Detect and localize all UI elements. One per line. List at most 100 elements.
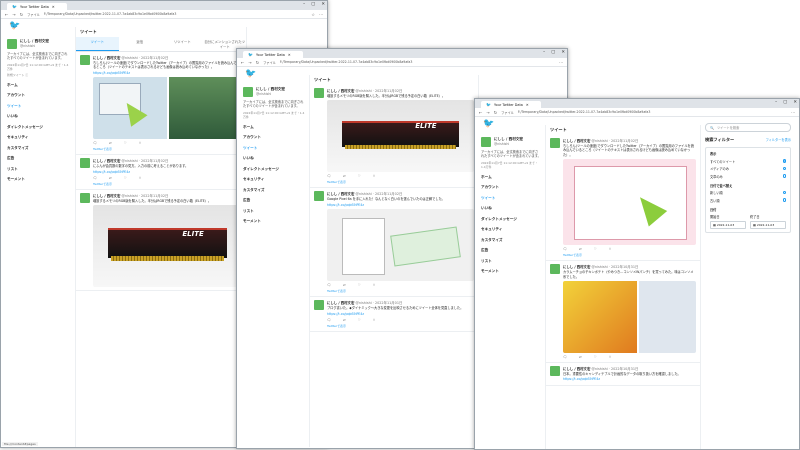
view-on-twitter-link[interactable]: Twitterで表示: [563, 253, 696, 257]
menu-icon[interactable]: ⋯: [791, 110, 795, 115]
share-icon[interactable]: ⇪: [373, 318, 376, 322]
tweet-link[interactable]: https://t.co/pqbS9iPE4z: [327, 203, 474, 207]
sidebar-item-home[interactable]: ホーム: [481, 175, 541, 180]
radio-media[interactable]: [782, 166, 786, 171]
back-icon[interactable]: ←: [5, 12, 8, 17]
tweet-screenshot-image[interactable]: [563, 159, 696, 246]
forward-icon[interactable]: →: [248, 60, 251, 65]
sidebar-item-home[interactable]: ホーム: [7, 83, 69, 88]
option-media[interactable]: メディアのみ: [710, 166, 786, 171]
sidebar-item-customize[interactable]: カスタマイズ: [243, 188, 305, 193]
sidebar-item-customize[interactable]: カスタマイズ: [7, 146, 69, 151]
option-text[interactable]: 文章のみ: [710, 174, 786, 179]
retweet-icon[interactable]: ⇄: [343, 318, 346, 322]
maximize-icon[interactable]: ▢: [551, 50, 555, 55]
back-icon[interactable]: ←: [241, 60, 244, 65]
reply-icon[interactable]: 🗨: [327, 174, 331, 178]
tweet-screenshot-image[interactable]: [93, 77, 242, 140]
sidebar-item-account[interactable]: アカウント: [243, 135, 305, 140]
tweet[interactable]: にしし / 西村文宏 @nishishi · 2022年10月31日 カラムーチ…: [546, 261, 700, 364]
option-all[interactable]: すべてのツイート: [710, 159, 786, 164]
tab-tweets[interactable]: ツイート: [76, 37, 119, 51]
reply-icon[interactable]: 🗨: [327, 318, 331, 322]
option-old[interactable]: 古い順: [710, 198, 786, 203]
retweet-icon[interactable]: ⇄: [109, 141, 112, 145]
sidebar-item-likes[interactable]: いいね: [243, 156, 305, 161]
star-icon[interactable]: ☆: [311, 12, 315, 17]
retweet-icon[interactable]: ⇄: [343, 174, 346, 178]
tweet[interactable]: にしし / 西村文宏 @nishishi · 2022年11月02日 Googl…: [310, 188, 478, 298]
sidebar-item-ads[interactable]: 広告: [243, 198, 305, 203]
sidebar-item-home[interactable]: ホーム: [243, 125, 305, 130]
sidebar-item-security[interactable]: セキュリティ: [7, 135, 69, 140]
date-to-input[interactable]: ▦ 2022-11-03: [750, 220, 786, 229]
sidebar-item-customize[interactable]: カスタマイズ: [481, 238, 541, 243]
view-on-twitter-link[interactable]: Twitterで表示: [327, 180, 474, 184]
reload-icon[interactable]: ↻: [256, 60, 259, 65]
retweet-icon[interactable]: ⇄: [343, 283, 346, 287]
reply-icon[interactable]: 🗨: [327, 283, 331, 287]
tweet[interactable]: にしし / 西村文宏 @nishishi · 2022年11月02日 ちしろん(…: [546, 135, 700, 262]
browser-tab[interactable]: 🐦 Your Twitter Data ✕: [7, 3, 67, 10]
back-icon[interactable]: ←: [479, 110, 482, 115]
sidebar-item-lists[interactable]: リスト: [481, 259, 541, 264]
like-icon[interactable]: ♡: [594, 355, 597, 359]
sidebar-item-likes[interactable]: いいね: [7, 114, 69, 119]
like-icon[interactable]: ♡: [358, 318, 361, 322]
tweet-snack-image[interactable]: [563, 281, 696, 354]
radio-text[interactable]: [782, 174, 786, 178]
sidebar-item-ads[interactable]: 広告: [7, 156, 69, 161]
like-icon[interactable]: ♡: [124, 176, 127, 180]
filter-reset-link[interactable]: フィルターを表示: [766, 137, 791, 143]
tweet[interactable]: にしし / 西村文宏 @nishishi · 2022年11月02日 増設するメ…: [310, 85, 478, 189]
maximize-icon[interactable]: ▢: [311, 2, 315, 7]
tweet[interactable]: にしし / 西村文宏 @nishishi · 2022年11月02日 ちしろん(…: [76, 52, 246, 156]
radio-old[interactable]: [782, 198, 786, 202]
date-from-input[interactable]: ▦ 2022-11-03: [710, 220, 746, 229]
retweet-icon[interactable]: ⇄: [579, 247, 582, 251]
sidebar-item-tweets[interactable]: ツイート: [7, 104, 69, 109]
tweet-link[interactable]: https://t.co/pqbS9iPE4z: [327, 312, 474, 316]
sidebar-item-tweets[interactable]: ツイート: [243, 146, 305, 151]
sidebar-item-moments[interactable]: モーメント: [481, 269, 541, 274]
view-on-twitter-link[interactable]: Twitterで表示: [93, 147, 242, 151]
sidebar-item-moments[interactable]: モーメント: [243, 219, 305, 224]
sidebar-item-account[interactable]: アカウント: [481, 185, 541, 190]
radio-all[interactable]: [782, 159, 786, 163]
tweet-link[interactable]: https://t.co/pqbS9iPE4z: [93, 170, 242, 174]
sidebar-item-dm[interactable]: ダイレクトメッセージ: [243, 167, 305, 172]
reload-icon[interactable]: ↻: [20, 12, 23, 17]
sidebar-item-tweets[interactable]: ツイート: [481, 196, 541, 201]
reply-icon[interactable]: 🗨: [93, 141, 97, 145]
close-window-icon[interactable]: ✕: [561, 50, 565, 55]
browser-tab[interactable]: 🐦 Your Twitter Data ✕: [481, 101, 541, 108]
sidebar-item-account[interactable]: アカウント: [7, 93, 69, 98]
share-icon[interactable]: ⇪: [139, 141, 142, 145]
browser-tab[interactable]: 🐦 Your Twitter Data ✕: [243, 51, 303, 58]
menu-icon[interactable]: ⋯: [559, 60, 563, 65]
minimize-icon[interactable]: –: [303, 2, 305, 7]
url-field[interactable]: F:/Temporary/Data/Unpacked/twitter-2022-…: [44, 12, 308, 16]
close-icon[interactable]: ✕: [52, 5, 55, 9]
close-window-icon[interactable]: ✕: [321, 2, 325, 7]
close-icon[interactable]: ✕: [288, 53, 291, 57]
maximize-icon[interactable]: ▢: [783, 100, 787, 105]
tweet-link[interactable]: https://t.co/pqbS9iPE4z: [563, 377, 696, 381]
share-icon[interactable]: ⇪: [373, 174, 376, 178]
sidebar-item-dm[interactable]: ダイレクトメッセージ: [7, 125, 69, 130]
like-icon[interactable]: ♡: [358, 174, 361, 178]
sidebar-item-likes[interactable]: いいね: [481, 206, 541, 211]
retweet-icon[interactable]: ⇄: [109, 176, 112, 180]
search-input[interactable]: 🔍 ツイートを検索: [705, 123, 791, 132]
reload-icon[interactable]: ↻: [494, 110, 497, 115]
sidebar-item-lists[interactable]: リスト: [7, 167, 69, 172]
share-icon[interactable]: ⇪: [609, 247, 612, 251]
sidebar-item-security[interactable]: セキュリティ: [243, 177, 305, 182]
tweet-pixel-image[interactable]: [327, 209, 474, 282]
view-on-twitter-link[interactable]: Twitterで表示: [327, 289, 474, 293]
reply-icon[interactable]: 🗨: [563, 247, 567, 251]
sidebar-item-dm[interactable]: ダイレクトメッセージ: [481, 217, 541, 222]
tweet[interactable]: にしし / 西村文宏 @nishishi · 2022年10月31日 日本。重要…: [546, 363, 700, 386]
forward-icon[interactable]: →: [486, 110, 489, 115]
retweet-icon[interactable]: ⇄: [579, 355, 582, 359]
